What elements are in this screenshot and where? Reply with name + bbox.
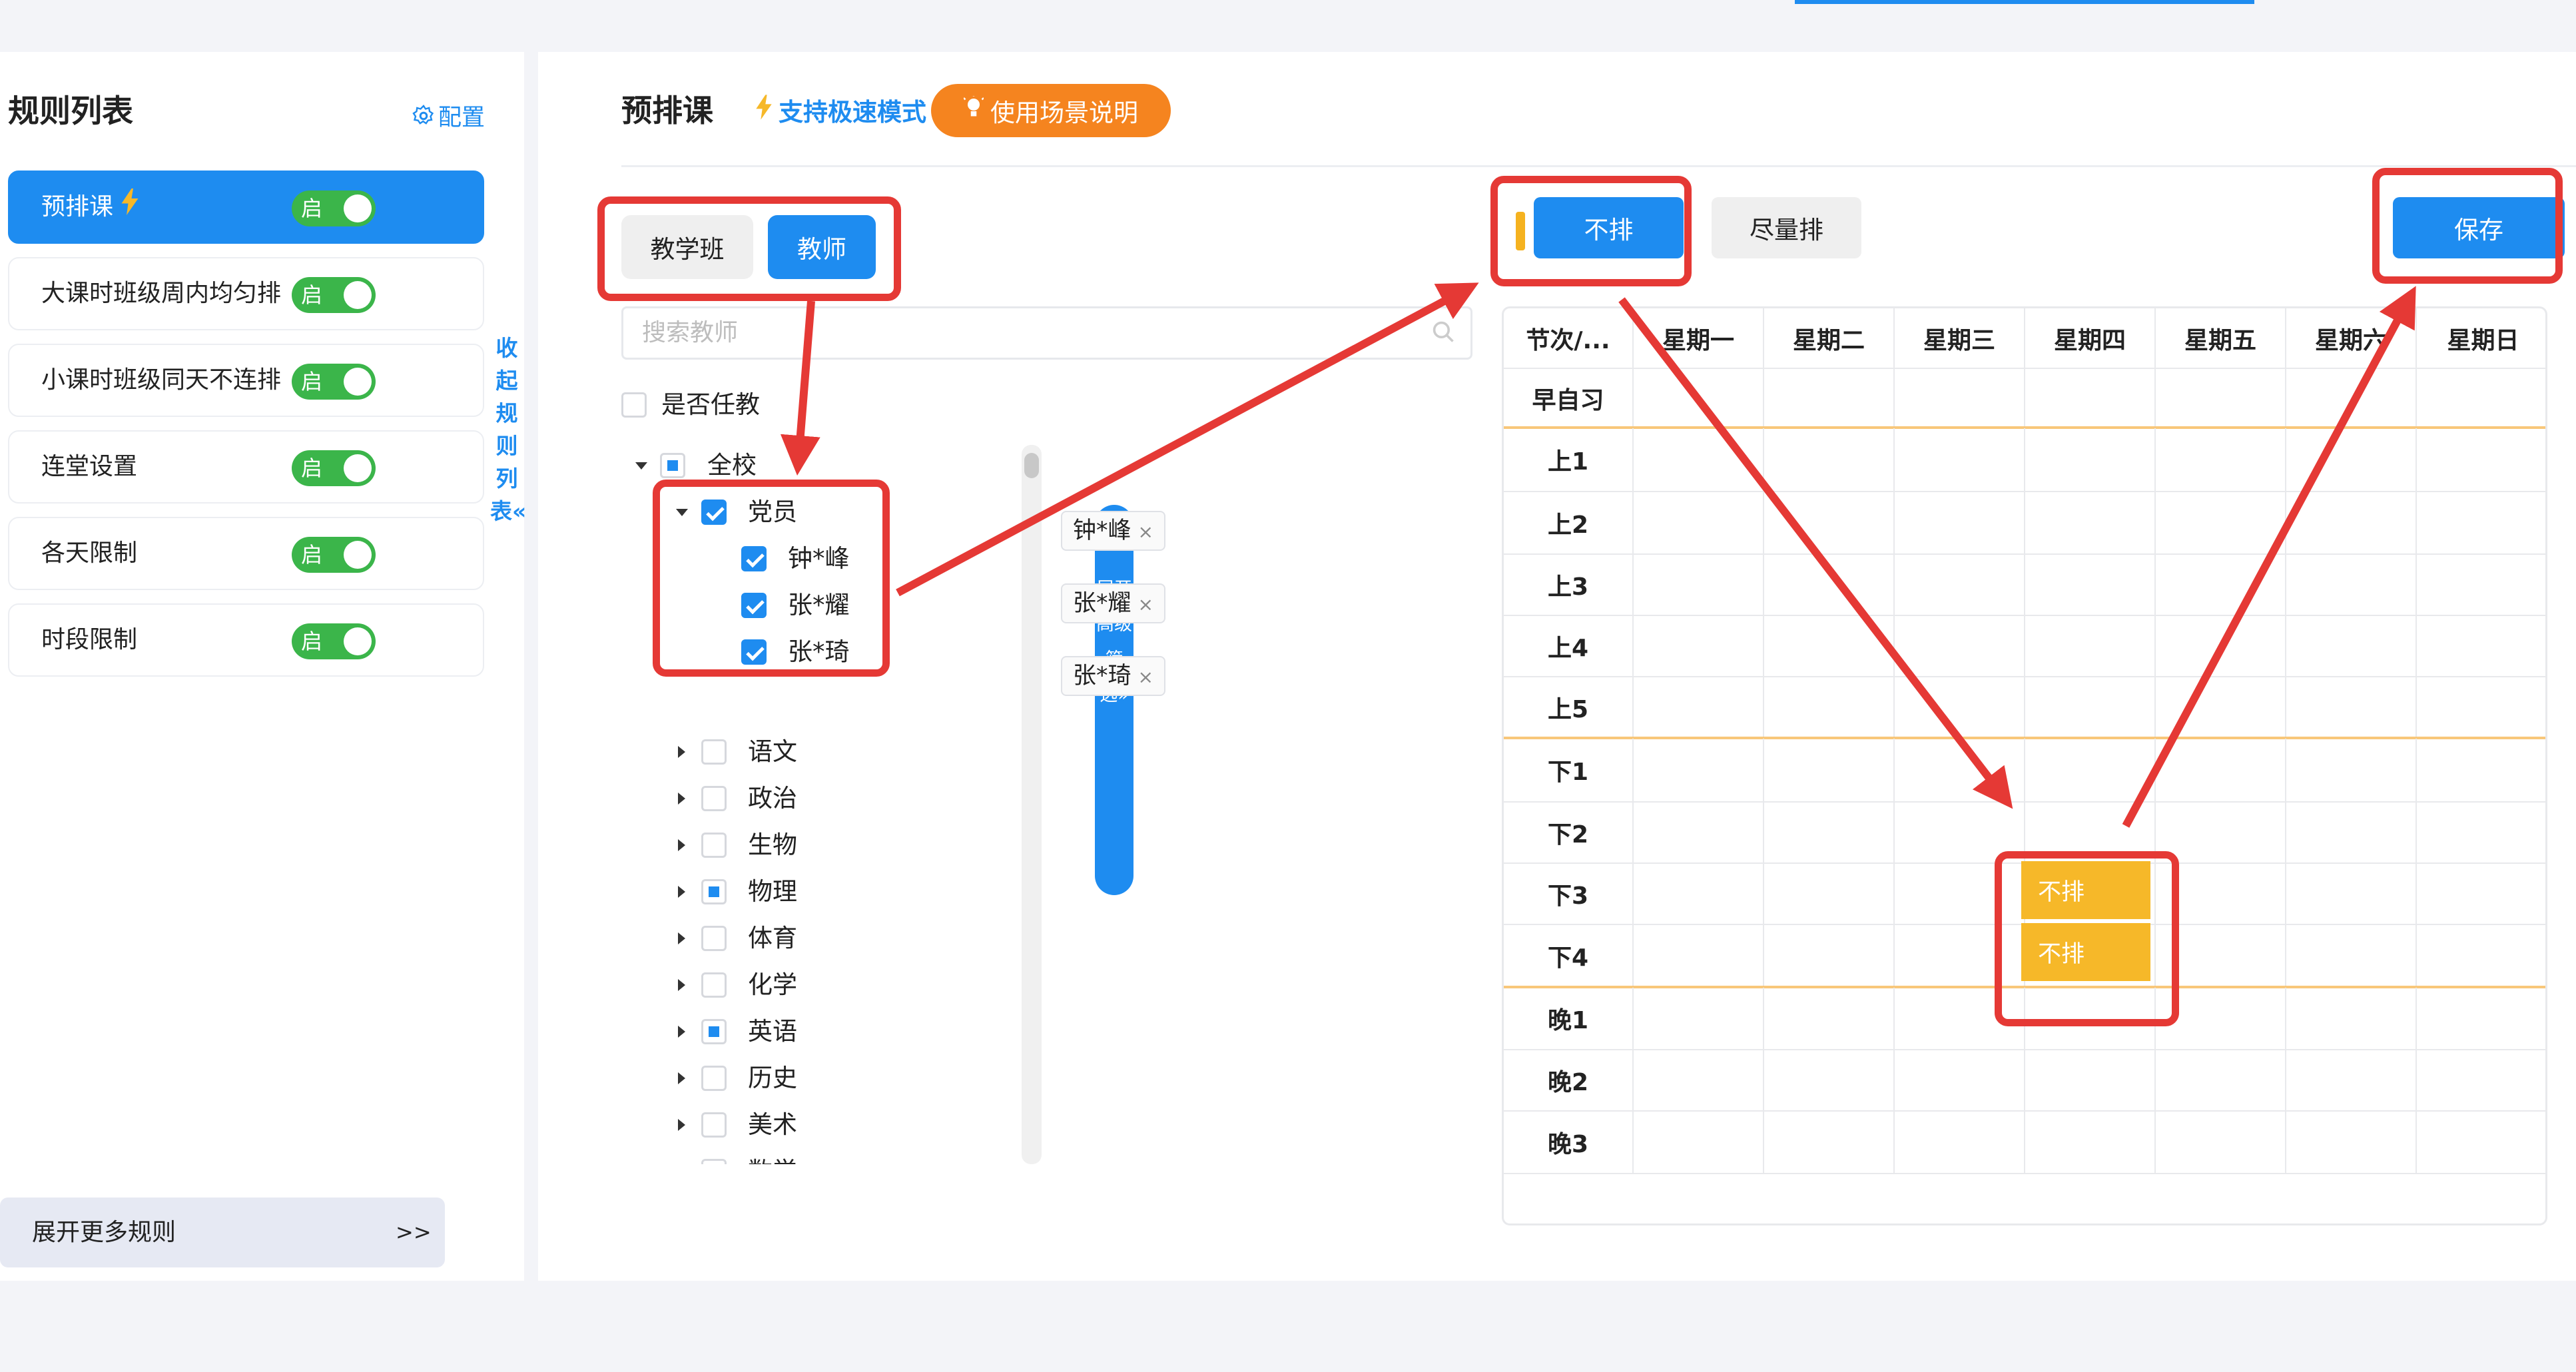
arrow-tree-to-mode	[896, 282, 1479, 597]
arrow-cells-to-save	[2122, 286, 2416, 828]
arrow-tabs-to-tree	[780, 300, 820, 476]
arrow-mode-to-cells	[1618, 297, 2013, 809]
annotation-arrows	[780, 282, 2416, 828]
